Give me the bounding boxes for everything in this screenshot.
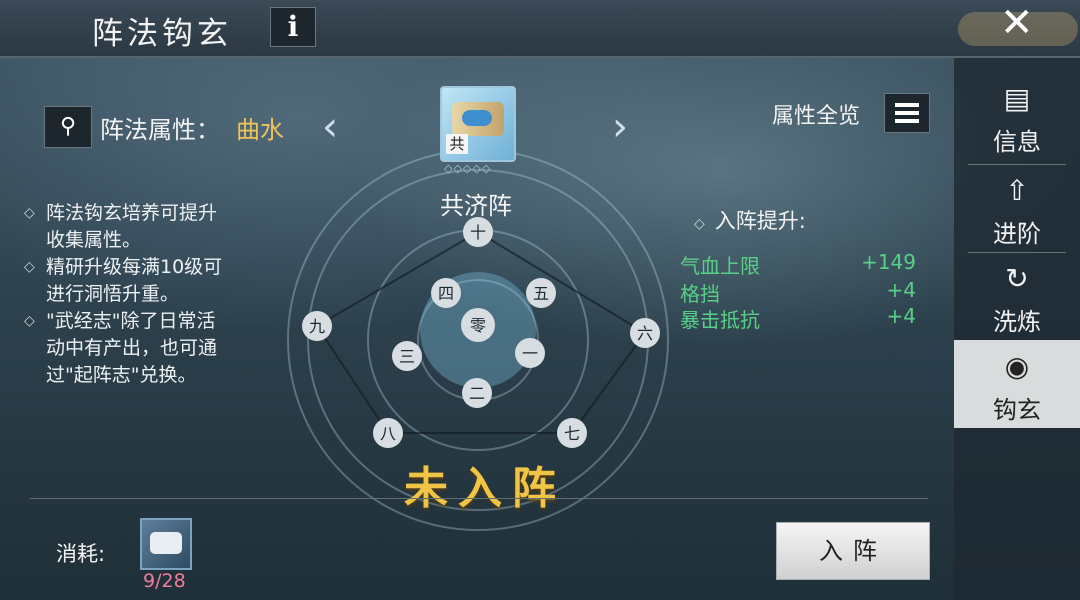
bonus-row: 气血上限 +149 [680,250,916,279]
refine-cycle-icon: ↻ [1005,262,1029,295]
diamond-bullet-icon: ◇ [694,216,705,232]
upgrade-arrows-icon: ⇧ [1005,174,1029,207]
bonus-row: 暴击抵抗 +4 [680,304,916,333]
cost-label: 消耗: [56,542,106,566]
bonus-value: +4 [886,278,916,302]
node-label: 四 [438,284,454,303]
node-label: 十 [470,223,486,242]
scroll-icon: ▤ [1003,82,1031,115]
sidebar: ▤ 信息 ⇧ 进阶 ↻ 洗炼 ◉ 钩玄 [954,58,1080,600]
bonus-title: ◇ 入阵提升: [694,205,806,235]
sidebar-item-label: 钩玄 [993,396,1041,424]
sidebar-item-info[interactable]: ▤ 信息 [954,72,1080,158]
spiral-icon: ◉ [1004,350,1030,383]
sidebar-item-advance[interactable]: ⇧ 进阶 [954,164,1080,250]
node-label: 七 [564,424,580,443]
sidebar-item-label: 信息 [993,128,1041,156]
enter-formation-button[interactable]: 入阵 [776,522,930,580]
bonus-name: 格挡 [680,282,720,306]
cost-count: 9/28 [143,570,186,592]
bonus-value: +149 [861,250,916,274]
node-label: 五 [533,284,549,303]
bonus-value: +4 [886,304,916,328]
node-label: 三 [399,347,415,366]
formation-status: 未入阵 [404,463,566,514]
divider [30,498,928,499]
node-label: 八 [380,424,396,443]
bonus-name: 气血上限 [680,254,760,278]
node-label: 六 [637,324,653,343]
bonus-name: 暴击抵抗 [680,308,760,332]
node-label: 一 [522,344,538,363]
node-label: 二 [469,384,485,403]
node-label: 零 [470,316,486,335]
sidebar-item-label: 洗炼 [993,308,1041,336]
sidebar-item-label: 进阶 [993,220,1041,248]
bonus-title-text: 入阵提升: [714,209,806,233]
scroll-item-icon [150,532,182,554]
cost-item[interactable] [140,518,192,570]
bonus-row: 格挡 +4 [680,278,916,307]
sidebar-item-refine[interactable]: ↻ 洗炼 [954,252,1080,338]
sidebar-item-gouxuan[interactable]: ◉ 钩玄 [954,340,1080,428]
node-label: 九 [309,317,325,336]
